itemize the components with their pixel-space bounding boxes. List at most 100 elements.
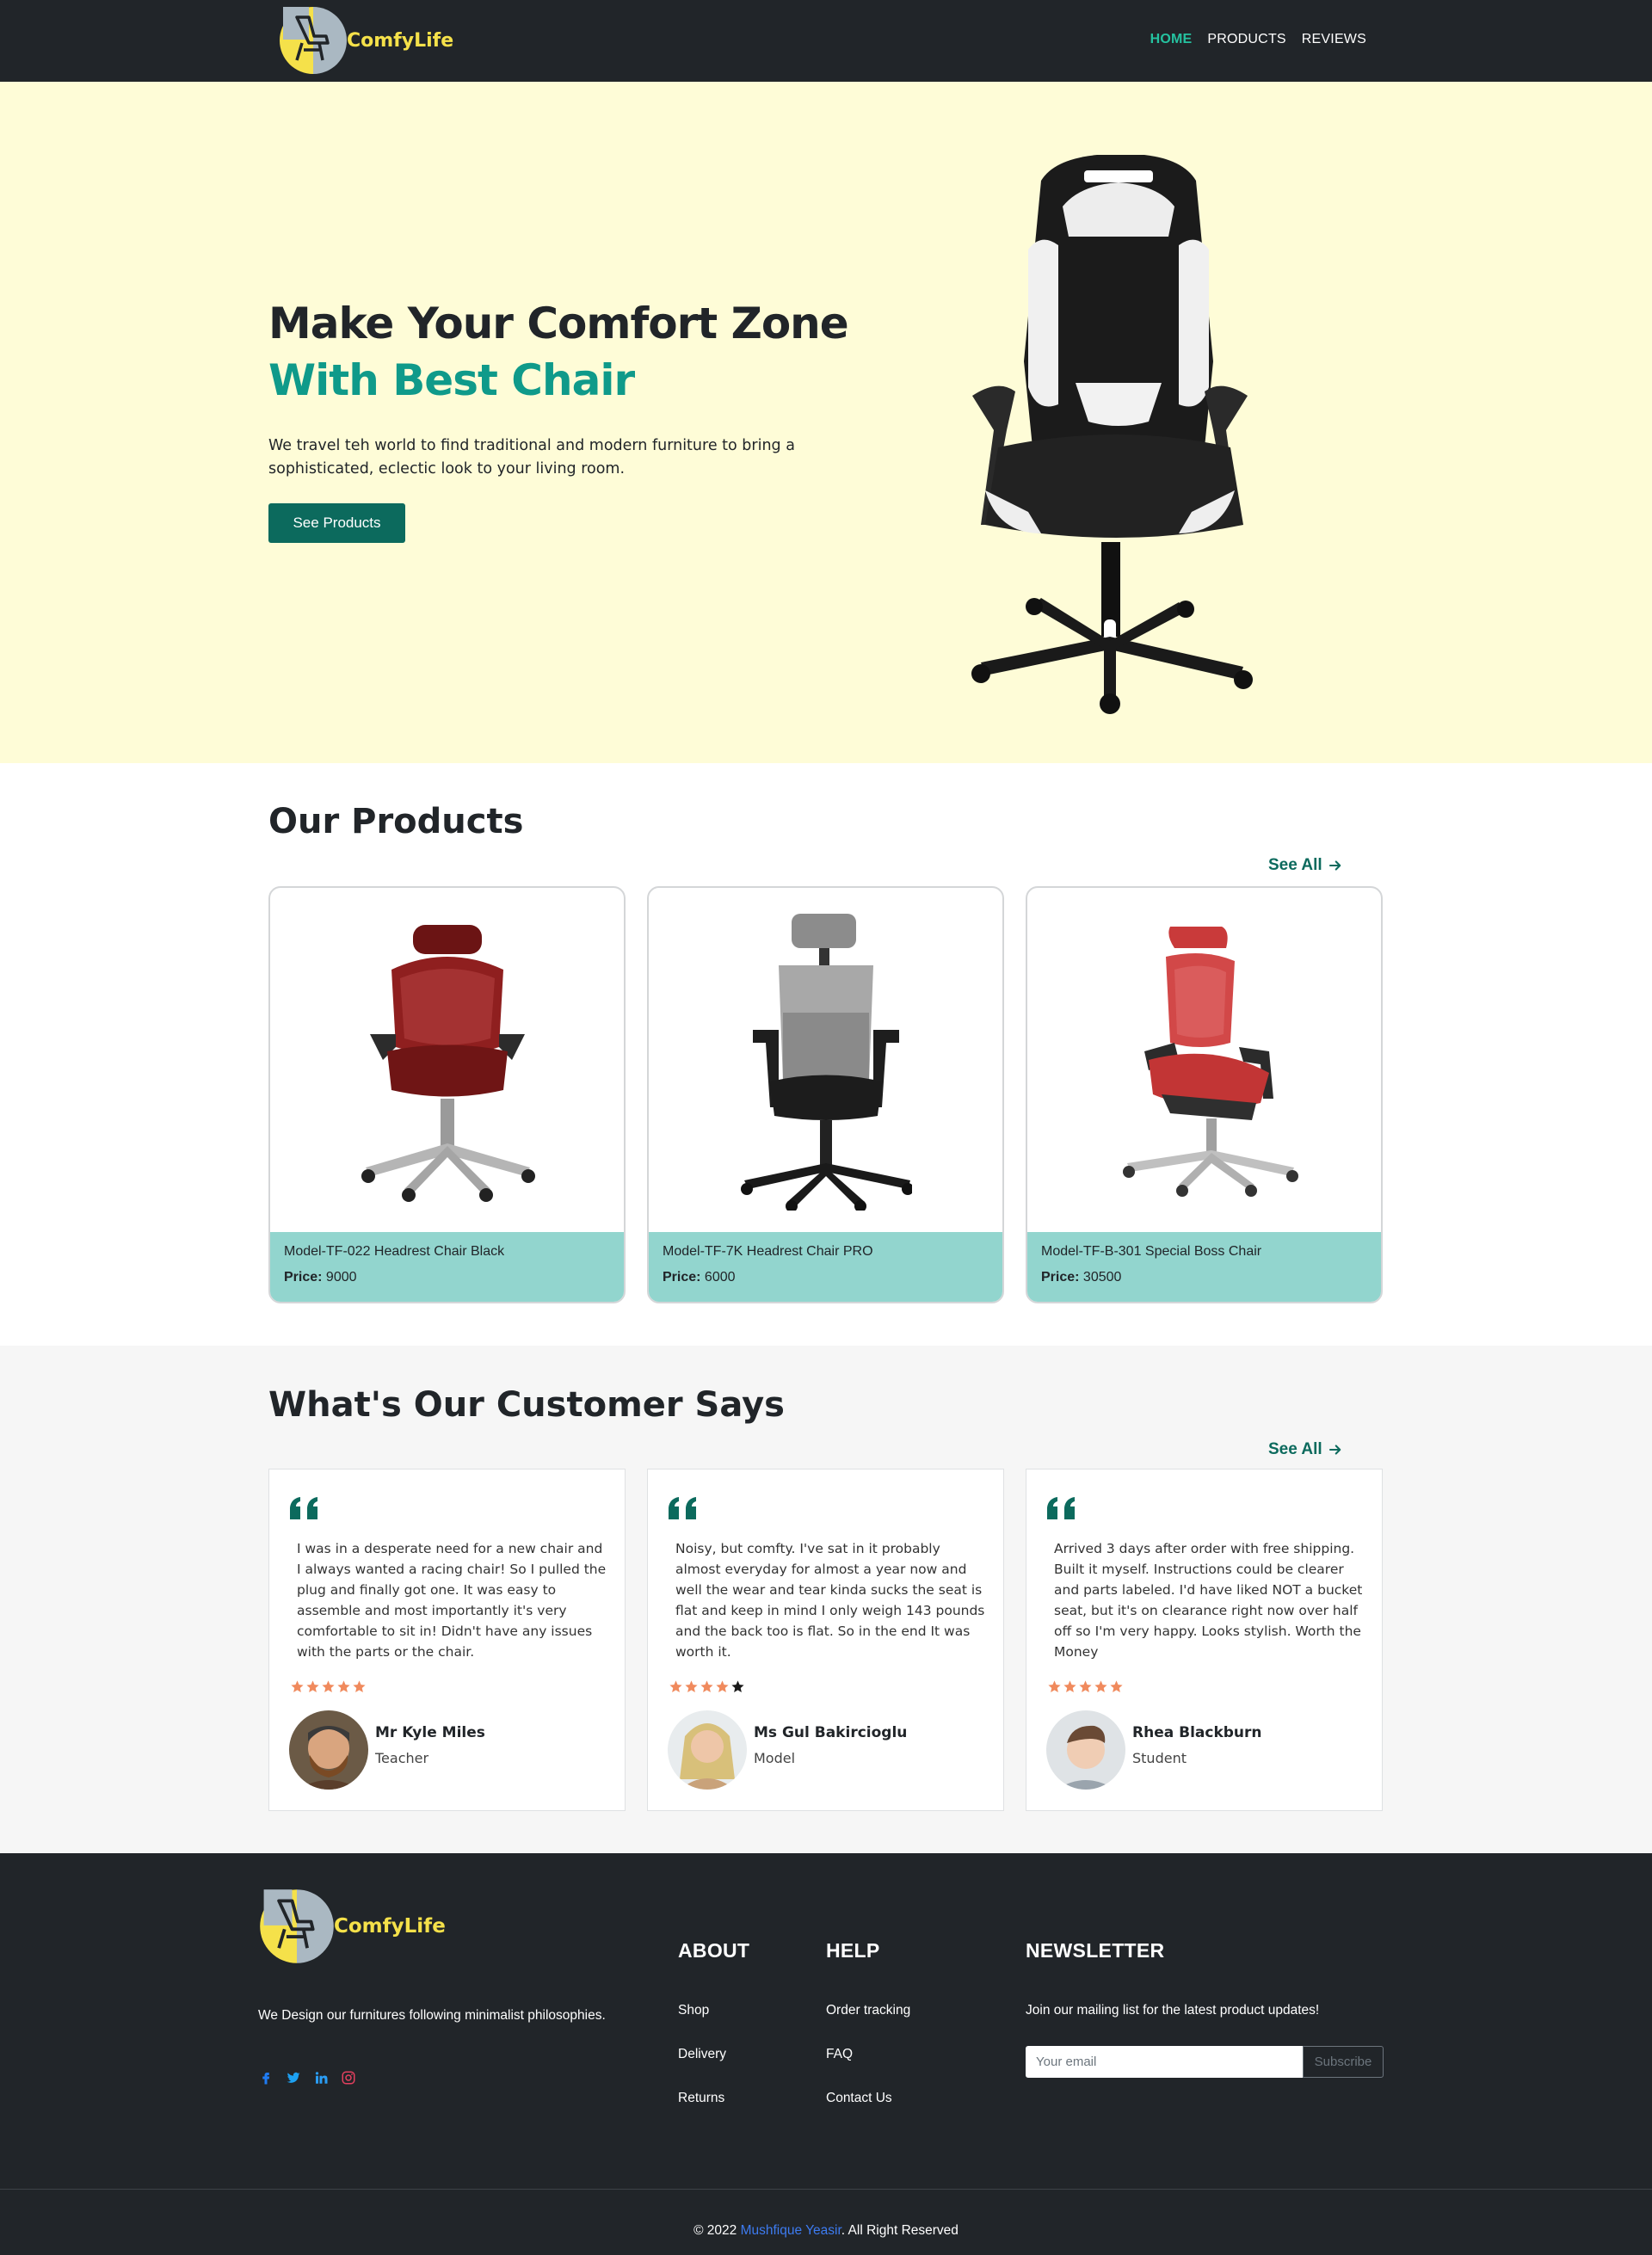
rating-stars <box>290 1679 367 1694</box>
product-price: Price: 9000 <box>284 1270 610 1285</box>
reviewer-name: Ms Gul Bakircioglu <box>754 1724 908 1741</box>
avatar <box>668 1710 747 1790</box>
footer-link-shop[interactable]: Shop <box>678 2003 709 2018</box>
product-card[interactable]: Model-TF-7K Headrest Chair PRO Price: 60… <box>647 886 1004 1303</box>
ergonomic-chair-red-image <box>1122 927 1298 1197</box>
footer: ComfyLife We Design our furnitures follo… <box>0 1853 1652 2255</box>
product-price: Price: 6000 <box>663 1270 989 1285</box>
star-filled-icon <box>290 1679 305 1694</box>
see-all-label: See All <box>1268 856 1322 874</box>
subscribe-button[interactable]: Subscribe <box>1303 2046 1384 2078</box>
star-filled-icon <box>321 1679 336 1694</box>
arrow-right-icon <box>1328 1442 1343 1457</box>
author-link[interactable]: Mushfique Yeasir <box>741 2223 841 2238</box>
review-text: Noisy, but comfty. I've sat in it probab… <box>675 1541 985 1660</box>
footer-link-returns[interactable]: Returns <box>678 2091 724 2106</box>
copyright: © 2022 Mushfique Yeasir. All Right Reser… <box>0 2223 1652 2239</box>
avatar <box>1046 1710 1125 1790</box>
avatar-gul-image <box>668 1710 747 1790</box>
email-input[interactable] <box>1026 2046 1303 2078</box>
arrow-right-icon <box>1328 858 1343 873</box>
mesh-chair-grey-image <box>740 914 912 1211</box>
hero-description: We travel teh world to find traditional … <box>268 437 795 477</box>
hero-subtitle: With Best Chair <box>268 355 635 405</box>
product-name: Model-TF-7K Headrest Chair PRO <box>663 1244 873 1259</box>
price-value: 9000 <box>325 1270 357 1285</box>
about-heading: ABOUT <box>678 1939 750 1962</box>
star-filled-icon <box>684 1679 699 1694</box>
copyright-suffix: . All Right Reserved <box>841 2223 959 2238</box>
nav-reviews[interactable]: REVIEWS <box>1302 32 1366 47</box>
quote-icon <box>1045 1495 1080 1521</box>
nav-products[interactable]: PRODUCTS <box>1207 32 1285 47</box>
hero-section: Make Your Comfort Zone With Best Chair W… <box>0 82 1652 763</box>
facebook-icon[interactable] <box>258 2070 274 2086</box>
newsletter-form: Subscribe <box>1026 2046 1384 2078</box>
price-value: 30500 <box>1082 1270 1122 1285</box>
reviewer-role: Teacher <box>375 1750 429 1766</box>
star-filled-icon <box>1078 1679 1093 1694</box>
product-card[interactable]: Model-TF-022 Headrest Chair Black Price:… <box>268 886 626 1303</box>
product-name: Model-TF-022 Headrest Chair Black <box>284 1244 505 1259</box>
hero-title: Make Your Comfort Zone <box>268 299 849 348</box>
star-filled-icon <box>669 1679 683 1694</box>
quote-icon <box>288 1495 323 1521</box>
instagram-icon[interactable] <box>341 2070 356 2086</box>
reviewer-role: Student <box>1132 1750 1187 1766</box>
chair-logo-icon <box>278 5 348 76</box>
twitter-icon[interactable] <box>286 2070 301 2086</box>
avatar-kyle-image <box>289 1710 368 1790</box>
product-image <box>649 888 1002 1232</box>
reviewer-name: Mr Kyle Miles <box>375 1724 485 1741</box>
review-text: I was in a desperate need for a new chai… <box>297 1541 607 1660</box>
navbar: ComfyLife HOME PRODUCTS REVIEWS <box>0 0 1652 82</box>
product-card[interactable]: Model-TF-B-301 Special Boss Chair Price:… <box>1026 886 1383 1303</box>
product-info: Model-TF-022 Headrest Chair Black Price:… <box>270 1232 624 1302</box>
review-card: Noisy, but comfty. I've sat in it probab… <box>647 1469 1004 1811</box>
rating-stars <box>669 1679 745 1694</box>
chair-logo-icon <box>258 1888 336 1965</box>
star-filled-icon <box>1047 1679 1062 1694</box>
linkedin-icon[interactable] <box>313 2070 329 2086</box>
footer-link-faq[interactable]: FAQ <box>826 2047 853 2062</box>
brand[interactable]: ComfyLife <box>278 5 453 76</box>
footer-link-delivery[interactable]: Delivery <box>678 2047 726 2062</box>
reviews-see-all-link[interactable]: See All <box>1268 1440 1343 1459</box>
star-filled-icon <box>1094 1679 1108 1694</box>
quote-icon <box>667 1495 701 1521</box>
product-price: Price: 30500 <box>1041 1270 1367 1285</box>
star-empty-icon <box>730 1679 745 1694</box>
social-links <box>258 2070 356 2086</box>
mesh-chair-red-image <box>361 925 535 1202</box>
newsletter-text: Join our mailing list for the latest pro… <box>1026 2003 1320 2018</box>
product-image <box>1027 888 1381 1232</box>
star-filled-icon <box>700 1679 714 1694</box>
footer-divider <box>0 2189 1652 2190</box>
star-filled-icon <box>1109 1679 1124 1694</box>
products-see-all-link[interactable]: See All <box>1268 856 1343 875</box>
price-label: Price: <box>663 1270 701 1285</box>
see-all-label: See All <box>1268 1440 1322 1458</box>
review-text: Arrived 3 days after order with free shi… <box>1054 1541 1363 1660</box>
price-label: Price: <box>284 1270 323 1285</box>
footer-brand[interactable]: ComfyLife <box>258 1888 446 1965</box>
review-card: I was in a desperate need for a new chai… <box>268 1469 626 1811</box>
star-filled-icon <box>305 1679 320 1694</box>
product-info: Model-TF-B-301 Special Boss Chair Price:… <box>1027 1232 1381 1302</box>
footer-link-contact[interactable]: Contact Us <box>826 2091 892 2106</box>
price-label: Price: <box>1041 1270 1080 1285</box>
gaming-chair-image <box>971 155 1253 714</box>
price-value: 6000 <box>704 1270 736 1285</box>
see-products-button[interactable]: See Products <box>268 503 405 543</box>
star-filled-icon <box>352 1679 367 1694</box>
star-filled-icon <box>1063 1679 1077 1694</box>
nav-home[interactable]: HOME <box>1150 32 1193 47</box>
reviews-title: What's Our Customer Says <box>268 1385 785 1425</box>
star-filled-icon <box>715 1679 730 1694</box>
star-filled-icon <box>336 1679 351 1694</box>
product-name: Model-TF-B-301 Special Boss Chair <box>1041 1244 1262 1259</box>
product-info: Model-TF-7K Headrest Chair PRO Price: 60… <box>649 1232 1002 1302</box>
avatar <box>289 1710 368 1790</box>
footer-link-order-tracking[interactable]: Order tracking <box>826 2003 910 2018</box>
help-heading: HELP <box>826 1939 880 1962</box>
